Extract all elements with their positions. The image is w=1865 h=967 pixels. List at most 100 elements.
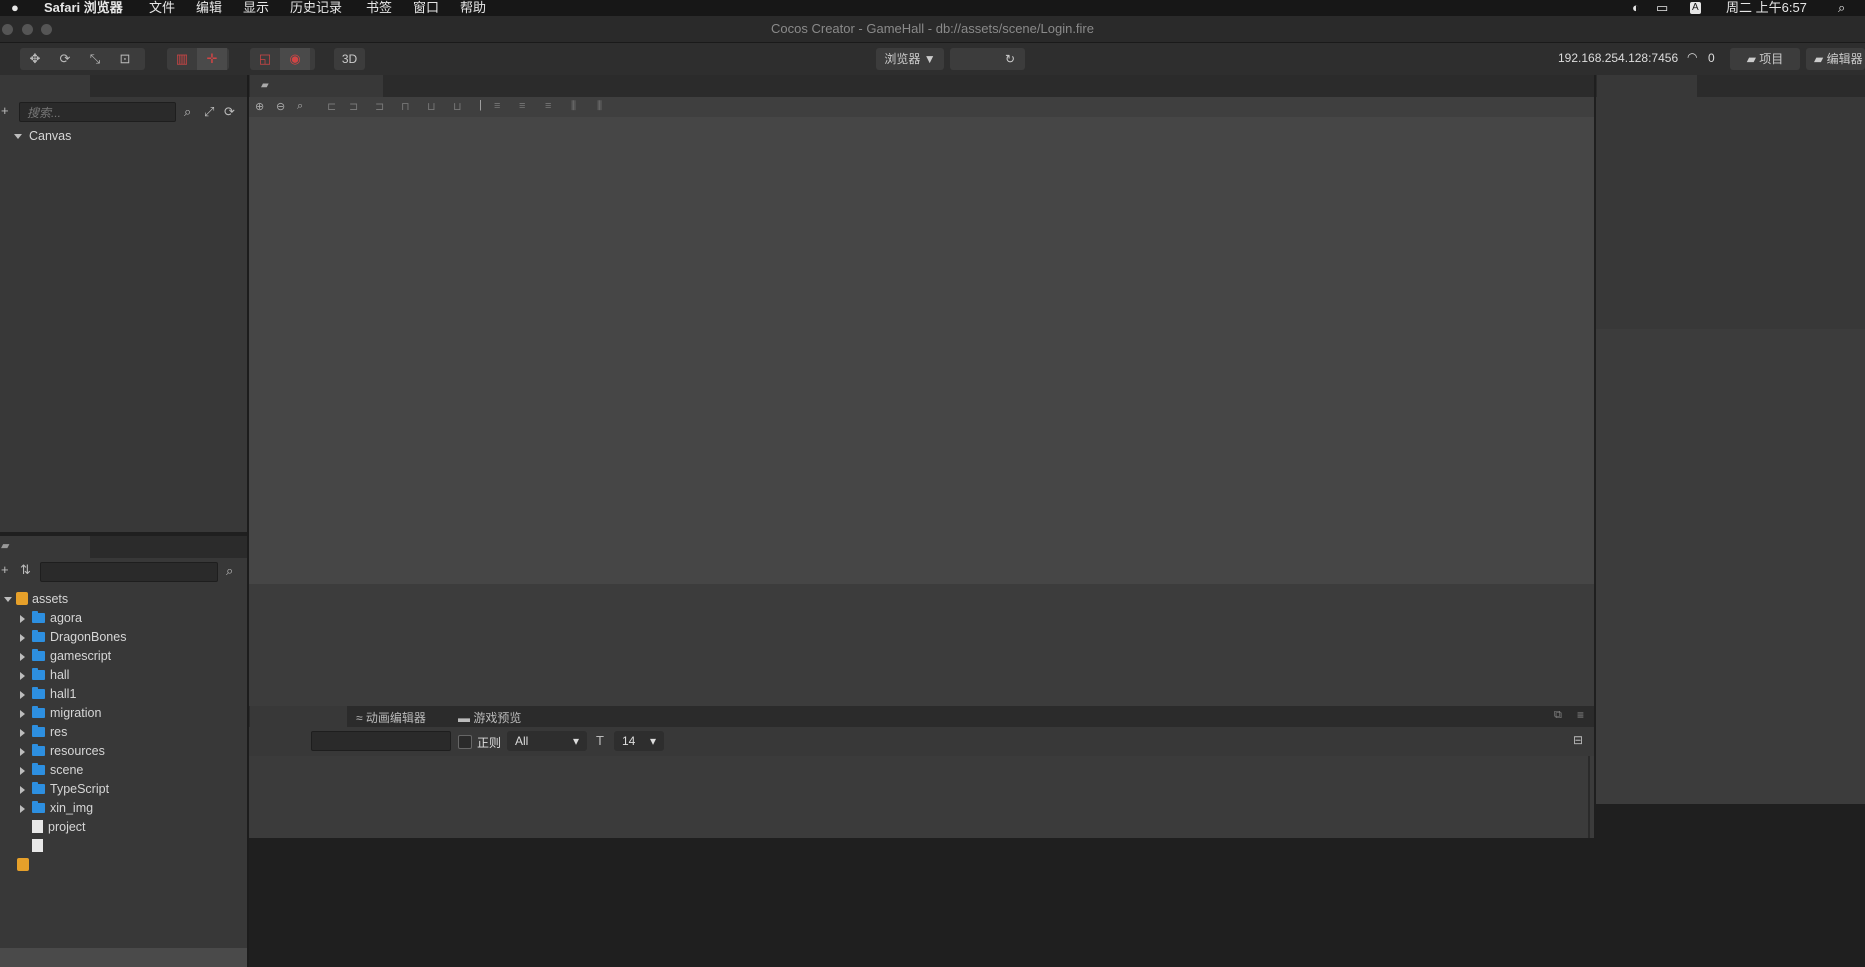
- align-left-icon[interactable]: ⊏: [327, 100, 336, 113]
- distribute-middle-icon[interactable]: ≡: [519, 100, 525, 112]
- menu-help[interactable]: 帮助: [460, 0, 486, 16]
- scale-tool-icon[interactable]: ⤡: [80, 48, 110, 70]
- collapse-caret-icon[interactable]: [20, 709, 25, 718]
- rotate-tool-icon[interactable]: ⟳: [50, 48, 80, 70]
- status-icon[interactable]: ◐: [1632, 0, 1640, 16]
- preview-ip[interactable]: 192.168.254.128:7456: [1558, 51, 1678, 65]
- collapse-caret-icon[interactable]: [20, 614, 25, 623]
- spotlight-search-icon[interactable]: ⌕: [1838, 0, 1845, 16]
- tab-game-preview[interactable]: ▬ 游戏预览: [458, 709, 521, 726]
- refresh-icon[interactable]: ⟳: [224, 104, 235, 120]
- align-right-icon[interactable]: ⊐: [375, 100, 384, 113]
- collapse-caret-icon[interactable]: [20, 728, 25, 737]
- collapse-caret-icon[interactable]: [20, 747, 25, 756]
- collapse-caret-icon[interactable]: [20, 633, 25, 642]
- tab-scene[interactable]: ▰: [250, 75, 383, 97]
- clear-console-icon[interactable]: ⊟: [1573, 733, 1583, 747]
- popout-icon[interactable]: ⧉: [1554, 709, 1562, 722]
- zoom-reset-icon[interactable]: ⌕: [297, 100, 303, 113]
- list-item[interactable]: hall: [20, 666, 69, 685]
- list-item[interactable]: res: [20, 723, 67, 742]
- list-item[interactable]: TypeScript: [20, 780, 109, 799]
- align-center-h-icon[interactable]: ⊐: [349, 100, 358, 113]
- display-icon[interactable]: ▭: [1656, 0, 1668, 16]
- collapse-caret-icon[interactable]: [20, 690, 25, 699]
- snap-icon[interactable]: ◱: [250, 48, 280, 70]
- list-item[interactable]: [32, 837, 48, 856]
- list-item[interactable]: xin_img: [20, 799, 93, 818]
- collapse-caret-icon[interactable]: [20, 766, 25, 775]
- log-level-select[interactable]: All ▾: [507, 731, 587, 751]
- list-item[interactable]: migration: [20, 704, 101, 723]
- menubar-clock[interactable]: 周二 上午6:57: [1726, 0, 1807, 16]
- folder-icon: [32, 800, 45, 813]
- move-tool-icon[interactable]: ✥: [20, 48, 50, 70]
- distribute-bottom-icon[interactable]: ≡: [545, 100, 551, 112]
- tree-node-internal[interactable]: [17, 856, 33, 875]
- align-top-icon[interactable]: ⊓: [401, 100, 410, 113]
- collapse-caret-icon[interactable]: [20, 671, 25, 680]
- database-icon: [17, 858, 29, 872]
- refresh-icon: ↻: [1004, 52, 1015, 66]
- menu-file[interactable]: 文件: [149, 0, 175, 16]
- gizmo-icon[interactable]: ◉: [280, 48, 310, 70]
- tab-animation-editor[interactable]: ≈ 动画编辑器: [356, 709, 426, 726]
- menu-history[interactable]: 历史记录: [290, 0, 342, 16]
- menu-edit[interactable]: 编辑: [196, 0, 222, 16]
- console-scrollbar[interactable]: [1588, 756, 1590, 838]
- list-item[interactable]: agora: [20, 609, 82, 628]
- collapse-caret-icon[interactable]: [20, 785, 25, 794]
- list-item[interactable]: gamescript: [20, 647, 111, 666]
- tree-node-assets[interactable]: assets: [4, 590, 68, 609]
- distribute-left-icon[interactable]: ⫼: [571, 100, 576, 113]
- search-icon[interactable]: ⌕: [184, 104, 191, 120]
- tree-node-canvas[interactable]: Canvas: [14, 127, 71, 146]
- add-node-icon[interactable]: +: [1, 103, 9, 118]
- regex-checkbox[interactable]: [458, 735, 472, 749]
- expand-all-icon[interactable]: ⤢: [204, 104, 214, 120]
- expand-caret-icon[interactable]: [4, 597, 12, 603]
- app-menu[interactable]: Safari 浏览器: [44, 0, 123, 16]
- list-item[interactable]: DragonBones: [20, 628, 126, 647]
- expand-caret-icon[interactable]: [14, 134, 22, 140]
- list-item[interactable]: project: [32, 818, 86, 837]
- scene-view[interactable]: ⊕ ⊖ ⌕ ⊏ ⊐ ⊐ ⊓ ⊔ ⊔ | ≡ ≡ ≡ ⫼ ⫼: [249, 97, 1594, 584]
- collapse-caret-icon[interactable]: [20, 652, 25, 661]
- tab-assets[interactable]: ▰: [0, 536, 90, 558]
- rect-tool-icon[interactable]: ⊡: [110, 48, 140, 70]
- tab-inspector[interactable]: [1597, 75, 1697, 97]
- open-project-button[interactable]: ▰ 项目: [1730, 48, 1800, 70]
- tab-hierarchy[interactable]: [0, 75, 90, 97]
- list-item[interactable]: resources: [20, 742, 105, 761]
- input-method-icon[interactable]: A: [1690, 2, 1701, 14]
- sort-icon[interactable]: ⇅: [20, 562, 31, 578]
- align-middle-icon[interactable]: ⊔: [427, 100, 436, 113]
- panel-menu-icon[interactable]: ≡: [1577, 708, 1584, 722]
- toggle-3d-button[interactable]: 3D: [334, 48, 365, 70]
- menu-window[interactable]: 窗口: [413, 0, 439, 16]
- preview-target-select[interactable]: 浏览器 ▼: [876, 48, 944, 70]
- menu-view[interactable]: 显示: [243, 0, 269, 16]
- search-icon[interactable]: ⌕: [226, 563, 233, 579]
- distribute-right-icon[interactable]: ⫼: [597, 100, 602, 113]
- tab-console[interactable]: [250, 706, 347, 727]
- preview-refresh-button[interactable]: ↻: [950, 48, 1025, 70]
- zoom-out-icon[interactable]: ⊖: [276, 100, 285, 113]
- pivot-icon[interactable]: ▥: [167, 48, 197, 70]
- align-bottom-icon[interactable]: ⊔: [453, 100, 462, 113]
- add-asset-icon[interactable]: +: [1, 562, 9, 577]
- zoom-in-icon[interactable]: ⊕: [255, 100, 264, 113]
- apple-menu-icon[interactable]: ●: [11, 0, 19, 16]
- assets-search-input[interactable]: [40, 562, 218, 582]
- collapse-caret-icon[interactable]: [20, 804, 25, 813]
- list-item[interactable]: scene: [20, 761, 83, 780]
- console-filter-input[interactable]: [311, 731, 451, 751]
- font-size-select[interactable]: 14 ▾: [614, 731, 664, 751]
- pivot-tools: ▥ ✛: [167, 48, 229, 70]
- local-icon[interactable]: ✛: [197, 48, 227, 70]
- hierarchy-search-input[interactable]: 搜索...: [19, 102, 176, 122]
- open-editor-button[interactable]: ▰ 编辑器: [1806, 48, 1865, 70]
- menu-bookmarks[interactable]: 书签: [366, 0, 392, 16]
- list-item[interactable]: hall1: [20, 685, 76, 704]
- distribute-top-icon[interactable]: ≡: [494, 100, 500, 112]
